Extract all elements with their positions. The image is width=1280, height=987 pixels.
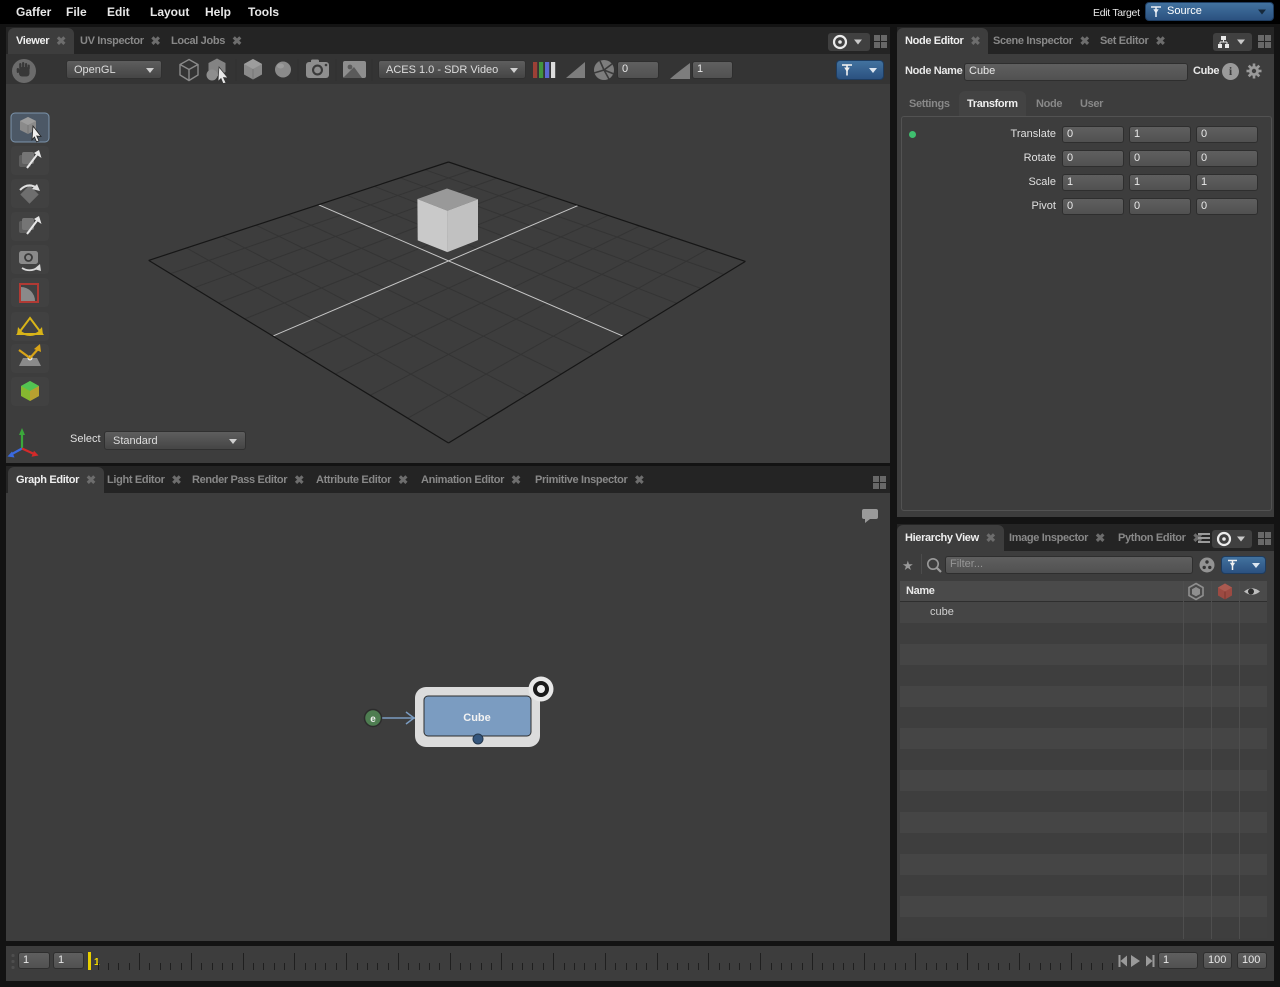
svg-text:Cube: Cube: [463, 712, 491, 724]
svg-text:e: e: [370, 714, 376, 725]
